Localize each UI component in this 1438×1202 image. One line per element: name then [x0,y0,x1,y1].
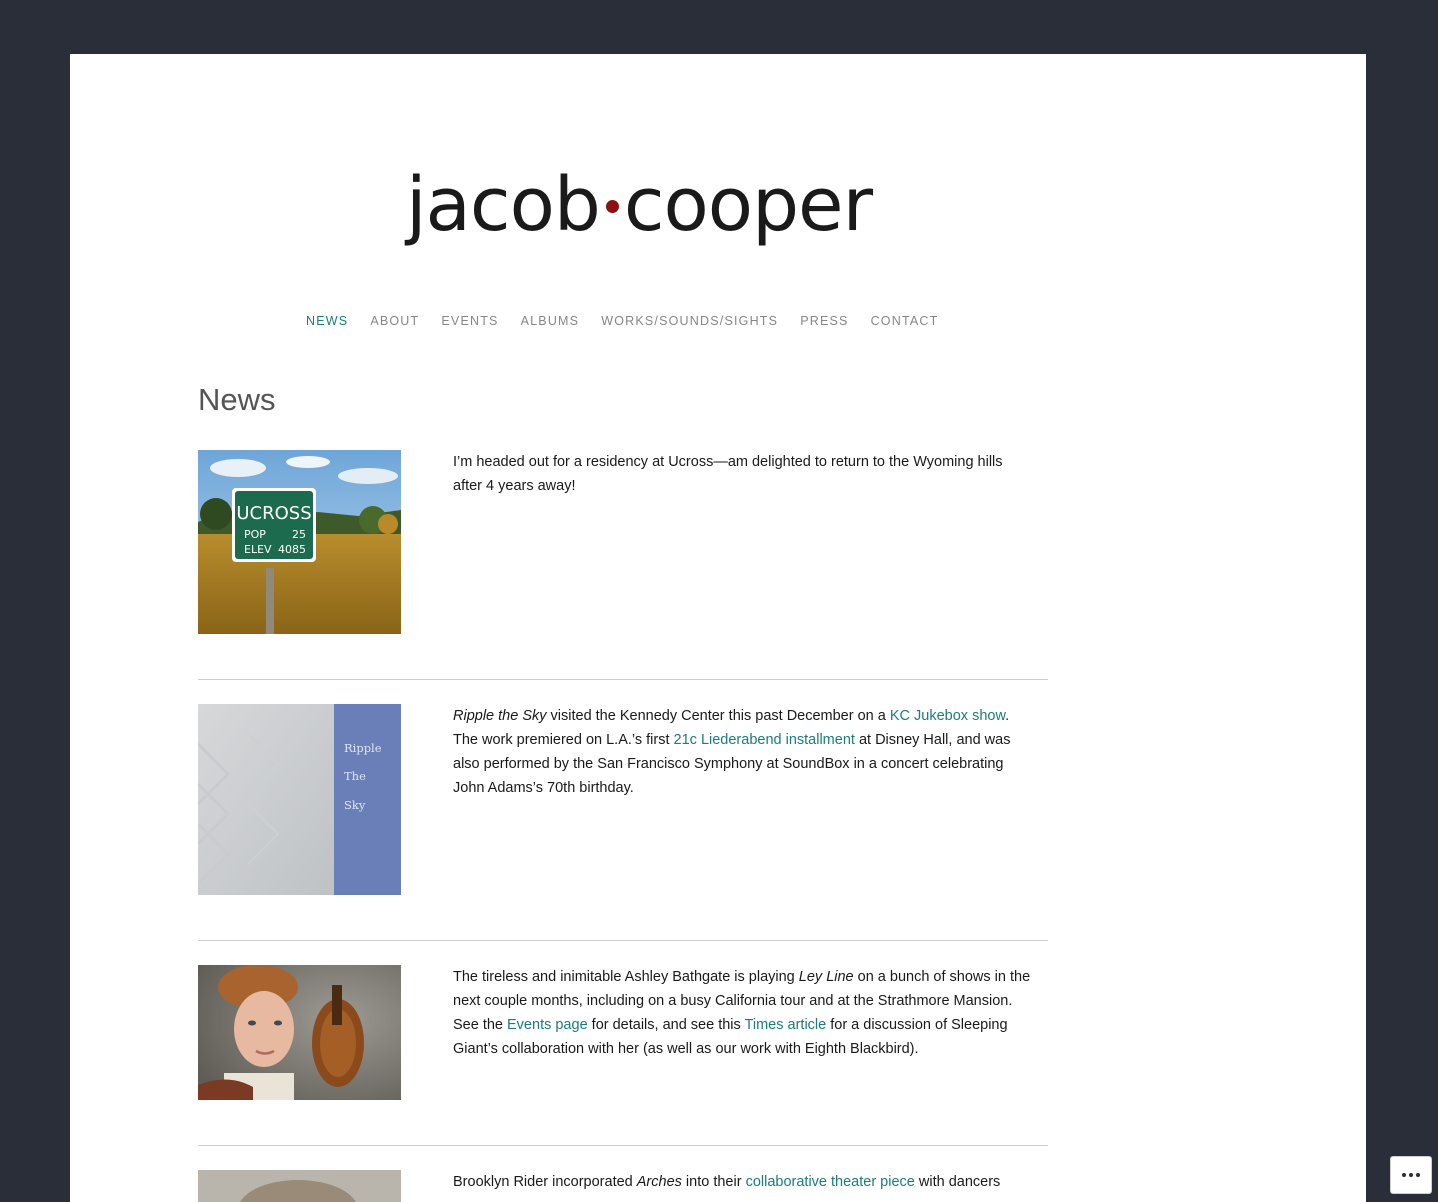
post-text: Brooklyn Rider incorporated Arches into … [453,1170,1033,1194]
post-thumbnail-ashley-bathgate[interactable] [198,965,401,1100]
sign-elev-label: ELEV [244,543,272,556]
logo-text-left: jacob [406,162,601,248]
sign-pop-label: POP [244,528,266,541]
site-logo[interactable]: jacob cooper [406,162,873,248]
post-text: The tireless and inimitable Ashley Bathg… [453,965,1033,1061]
page-title: News [198,382,276,417]
nav-item-news[interactable]: NEWS [306,311,348,333]
main-nav: NEWS ABOUT EVENTS ALBUMS WORKS/SOUNDS/SI… [306,311,960,333]
news-post: Ripple The Sky Ripple the Sky visited th… [198,704,1048,895]
post-body: with dancers [914,1174,1001,1190]
work-title-italic: Ley Line [798,969,854,985]
theater-piece-link[interactable]: collaborative theater piece [746,1174,915,1190]
post-divider [198,1145,1048,1146]
album-title-line-2: The [344,769,366,783]
sign-pop-value: 25 [292,528,306,541]
ellipsis-icon [1402,1173,1420,1177]
sign-title: UCROSS [236,503,311,524]
post-divider [198,940,1048,941]
nav-item-contact[interactable]: CONTACT [871,311,939,333]
nav-item-press[interactable]: PRESS [800,311,848,333]
post-divider [198,679,1048,680]
post-body: visited the Kennedy Center this past Dec… [546,708,890,724]
nav-item-works[interactable]: WORKS/SOUNDS/SIGHTS [601,311,778,333]
album-title-line-1: Ripple [344,741,382,755]
post-text: Ripple the Sky visited the Kennedy Cente… [453,704,1033,800]
news-post: Brooklyn Rider incorporated Arches into … [198,1170,1048,1202]
post-thumbnail-ripple-the-sky[interactable]: Ripple The Sky [198,704,401,895]
news-post: The tireless and inimitable Ashley Bathg… [198,965,1048,1100]
logo-text-right: cooper [623,162,873,248]
post-body: for details, and see this [587,1017,745,1033]
kc-jukebox-link[interactable]: KC Jukebox show [890,708,1005,724]
news-post: UCROSS POP 25 ELEV 4085 I’m headed out f… [198,450,1048,634]
sign-elev-value: 4085 [278,543,306,556]
nav-item-events[interactable]: EVENTS [441,311,498,333]
post-body: into their [681,1174,746,1190]
album-title-line-3: Sky [344,798,366,812]
more-options-button[interactable] [1390,1156,1432,1194]
post-body: The tireless and inimitable Ashley Bathg… [453,969,799,985]
events-page-link[interactable]: Events page [507,1017,588,1033]
post-thumbnail-ucross[interactable]: UCROSS POP 25 ELEV 4085 [198,450,401,634]
liederabend-link[interactable]: 21c Liederabend installment [674,732,855,748]
logo-dot-icon [605,199,619,213]
work-title-italic: Ripple the Sky [453,708,547,724]
post-text: I’m headed out for a residency at Ucross… [453,450,1033,498]
post-body: I’m headed out for a residency at Ucross… [453,454,1003,494]
nav-item-albums[interactable]: ALBUMS [521,311,580,333]
post-body: Brooklyn Rider incorporated [453,1174,637,1190]
work-title-italic: Arches [636,1174,682,1190]
post-thumbnail-brooklyn-rider[interactable] [198,1170,401,1202]
page-card: jacob cooper NEWS ABOUT EVENTS ALBUMS WOR… [70,54,1366,1202]
nav-item-about[interactable]: ABOUT [370,311,419,333]
times-article-link[interactable]: Times article [745,1017,827,1033]
